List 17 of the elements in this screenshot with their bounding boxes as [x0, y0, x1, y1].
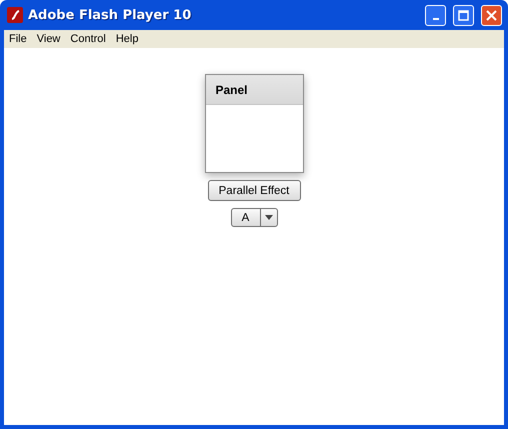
flash-logo-icon	[7, 7, 23, 23]
menu-item[interactable]: Help	[110, 33, 144, 45]
window-title: Adobe Flash Player 10	[28, 8, 192, 22]
parallel-effect-button[interactable]: Parallel Effect	[208, 180, 300, 201]
menu-item[interactable]: View	[32, 33, 66, 45]
menu-item[interactable]: Control	[65, 33, 111, 45]
dropdown[interactable]: A	[230, 208, 278, 227]
close-icon	[486, 10, 497, 20]
maximize-icon	[458, 10, 469, 20]
close-button[interactable]	[481, 4, 502, 26]
minimize-icon	[432, 18, 438, 20]
menu-item[interactable]: File	[4, 33, 32, 45]
dropdown-value: A	[232, 209, 260, 226]
maximize-button[interactable]	[453, 4, 474, 26]
caret-icon	[264, 215, 272, 220]
minimize-button[interactable]	[425, 4, 446, 26]
panel-title: Panel	[216, 82, 248, 96]
